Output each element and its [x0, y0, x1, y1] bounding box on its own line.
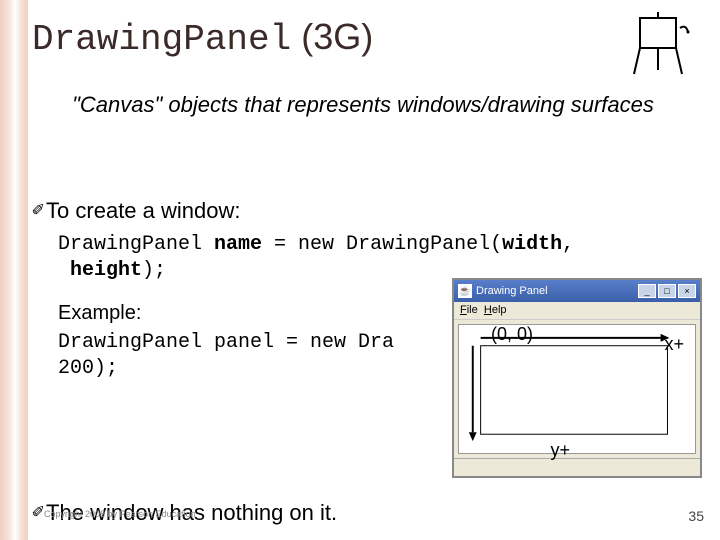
title-mono: DrawingPanel	[32, 19, 291, 60]
menu-file[interactable]: File	[460, 304, 478, 316]
page-number: 35	[688, 508, 704, 524]
bullet-create-window: ✐To create a window:	[32, 198, 240, 225]
coord-origin-label: (0, 0)	[491, 324, 533, 345]
window-title: Drawing Panel	[476, 285, 548, 297]
minimize-button[interactable]: _	[638, 284, 656, 298]
coord-xplus-label: x+	[664, 334, 684, 355]
slide-title: DrawingPanel (3G)	[32, 16, 373, 60]
java-icon: ☕	[458, 284, 472, 298]
example-code: DrawingPanel panel = new Dra 200);	[58, 330, 394, 382]
bullet-icon: ✐	[32, 499, 44, 525]
copyright-text: Copyright 2008 by Pearson Education	[44, 509, 196, 519]
window-menubar: File Help	[454, 302, 700, 320]
close-button[interactable]: ×	[678, 284, 696, 298]
syntax-block: DrawingPanel name = new DrawingPanel(wid…	[58, 232, 574, 284]
window-titlebar: ☕ Drawing Panel _ □ ×	[454, 280, 700, 302]
slide-subtitle: "Canvas" objects that represents windows…	[46, 92, 680, 118]
window-statusbar	[454, 458, 700, 476]
menu-help[interactable]: Help	[484, 304, 507, 316]
maximize-button[interactable]: □	[658, 284, 676, 298]
title-rest: (3G)	[291, 16, 373, 57]
bullet-icon: ✐	[32, 197, 44, 223]
decorative-ribbon	[0, 0, 28, 540]
example-label: Example:	[58, 302, 141, 325]
drawing-panel-window: ☕ Drawing Panel _ □ × File Help	[452, 278, 702, 478]
easel-icon	[630, 10, 692, 78]
coord-yplus-label: y+	[550, 440, 570, 461]
